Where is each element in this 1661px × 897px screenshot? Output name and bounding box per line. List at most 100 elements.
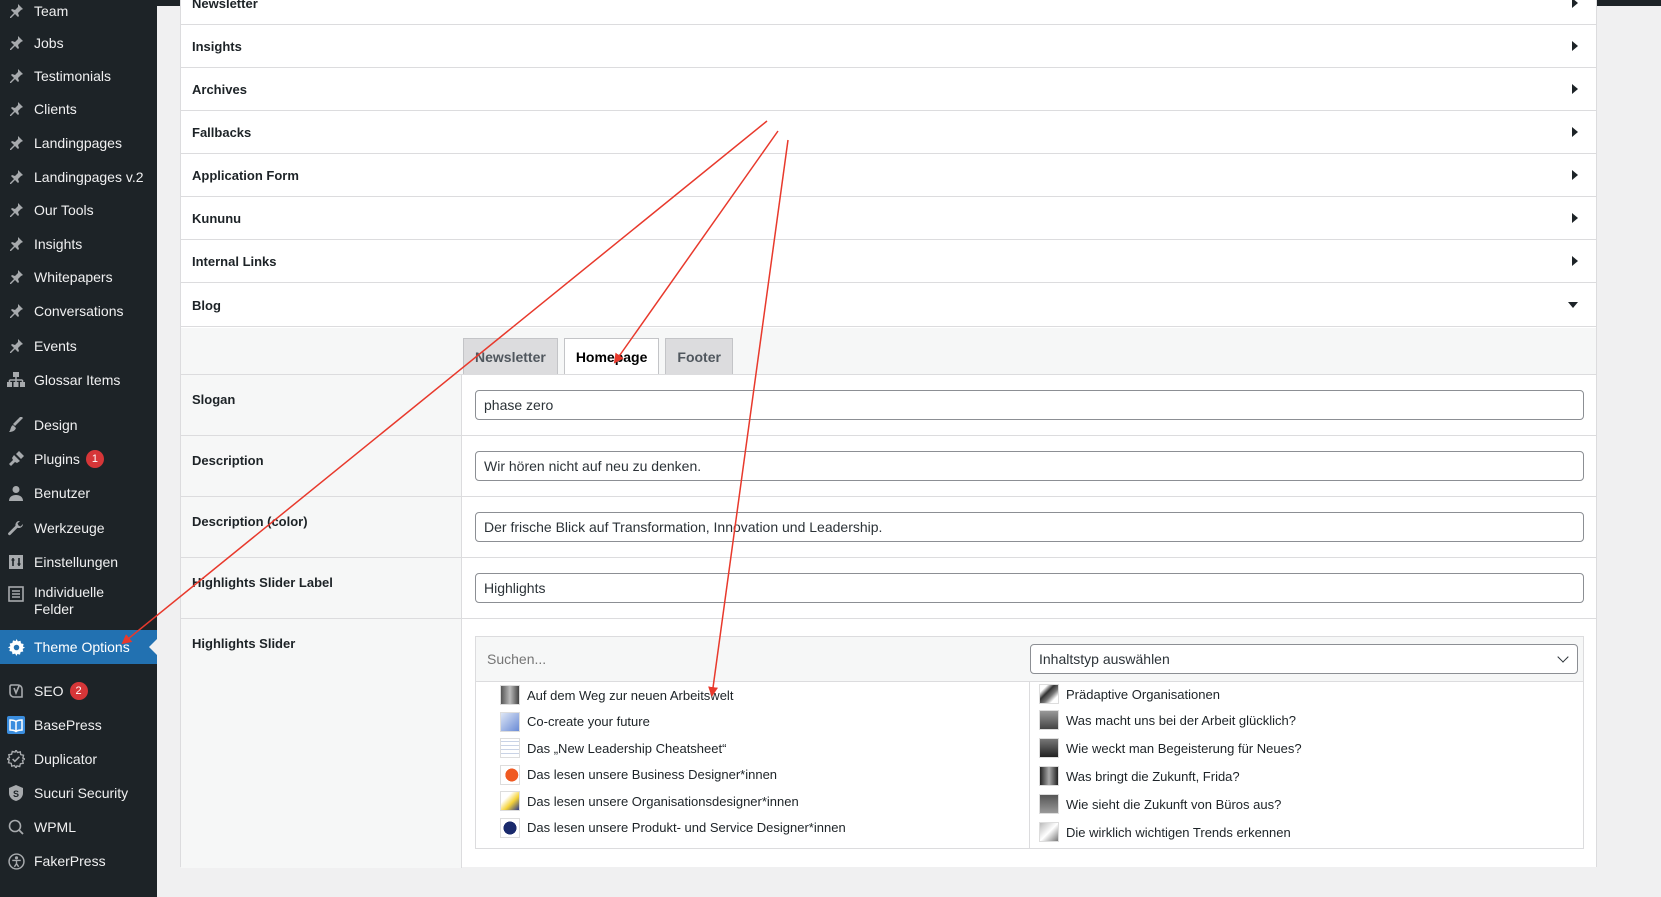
field-row-highlights-label: Highlights Slider Label	[181, 558, 1596, 619]
description-input[interactable]	[475, 451, 1584, 481]
sidebar-item-insights[interactable]: Insights	[0, 229, 157, 259]
sidebar-item-seo[interactable]: SEO 2	[0, 676, 157, 706]
list-item[interactable]: Wie weckt man Begeisterung für Neues?	[1030, 734, 1583, 762]
list-item[interactable]: Das lesen unsere Organisationsdesigner*i…	[476, 788, 1029, 815]
sidebar-item-events[interactable]: Events	[0, 331, 157, 361]
field-label: Slogan	[181, 375, 462, 435]
list-item[interactable]: Prädaptive Organisationen	[1030, 682, 1583, 706]
slogan-input[interactable]	[475, 390, 1584, 420]
chevron-down-icon	[1557, 651, 1569, 663]
sidebar-item-label: Theme Options	[34, 639, 130, 655]
caret-right-icon	[1572, 213, 1578, 223]
blog-section-body: Newsletter Homepage Footer Slogan Descri…	[181, 328, 1596, 868]
pin-icon	[6, 167, 26, 187]
pin-icon	[6, 234, 26, 254]
field-label: Description	[181, 436, 462, 496]
sidebar-item-label: Clients	[34, 101, 77, 117]
field-label: Highlights Slider Label	[181, 558, 462, 618]
sidebar-item-fakerpress[interactable]: FakerPress	[0, 846, 157, 876]
list-item[interactable]: Was macht uns bei der Arbeit glücklich?	[1030, 706, 1583, 734]
accordion-insights[interactable]: Insights	[181, 25, 1596, 68]
plugins-update-badge: 1	[85, 450, 104, 468]
sidebar-item-sucuri-security[interactable]: S Sucuri Security	[0, 778, 157, 808]
sidebar-item-basepress[interactable]: BasePress	[0, 710, 157, 740]
caret-right-icon	[1572, 170, 1578, 180]
sidebar-item-plugins[interactable]: Plugins 1	[0, 444, 157, 474]
accordion-title: Application Form	[192, 167, 299, 183]
field-label: Description (color)	[181, 497, 462, 557]
list-item[interactable]: Was bringt die Zukunft, Frida?	[1030, 762, 1583, 790]
settings-icon	[6, 552, 26, 572]
sidebar-item-conversations[interactable]: Conversations	[0, 296, 157, 326]
sidebar-item-label: Jobs	[34, 35, 64, 51]
relationship-search-input[interactable]	[476, 645, 1016, 673]
sidebar-item-jobs[interactable]: Jobs	[0, 28, 157, 58]
list-item[interactable]: Wie sieht die Zukunft von Büros aus?	[1030, 790, 1583, 818]
sidebar-item-glossar-items[interactable]: Glossar Items	[0, 365, 157, 395]
sidebar-item-our-tools[interactable]: Our Tools	[0, 195, 157, 225]
accordion-title: Kununu	[192, 210, 242, 226]
post-thumbnail	[1039, 794, 1059, 814]
accordion-title: Internal Links	[192, 253, 277, 269]
accordion-blog[interactable]: Blog	[181, 284, 1596, 327]
sidebar-item-label: Duplicator	[34, 751, 98, 767]
accordion-title: Archives	[192, 81, 247, 97]
accordion-newsletter[interactable]: Newsletter	[181, 0, 1596, 25]
caret-right-icon	[1572, 41, 1578, 51]
sidebar-item-whitepapers[interactable]: Whitepapers	[0, 262, 157, 292]
sidebar-item-label: Individuelle Felder	[34, 584, 105, 617]
sidebar-item-label: Whitepapers	[34, 269, 113, 285]
accordion-fallbacks[interactable]: Fallbacks	[181, 111, 1596, 154]
sidebar-item-team[interactable]: Team	[0, 0, 157, 26]
sidebar-item-wpml[interactable]: WPML	[0, 812, 157, 842]
post-thumbnail	[1039, 710, 1059, 730]
accordion-application-form[interactable]: Application Form	[181, 154, 1596, 197]
sidebar-item-landingpages-v2[interactable]: Landingpages v.2	[0, 162, 157, 192]
list-item[interactable]: Das lesen unsere Business Designer*innen	[476, 762, 1029, 789]
tab-homepage[interactable]: Homepage	[563, 338, 660, 375]
sidebar-item-label: Landingpages	[34, 135, 122, 151]
accordion-title: Newsletter	[192, 0, 258, 11]
sidebar-item-duplicator[interactable]: Duplicator	[0, 744, 157, 774]
description-color-input[interactable]	[475, 512, 1584, 542]
sidebar-item-label: SEO	[34, 683, 64, 699]
post-thumbnail	[1039, 766, 1059, 786]
field-row-slogan: Slogan	[181, 375, 1596, 436]
accordion-archives[interactable]: Archives	[181, 68, 1596, 111]
list-item[interactable]: Co-create your future	[476, 709, 1029, 736]
pin-icon	[6, 99, 26, 119]
fields-icon	[6, 584, 26, 604]
sidebar-item-theme-options[interactable]: Theme Options	[0, 630, 157, 664]
pin-icon	[6, 336, 26, 356]
tab-newsletter[interactable]: Newsletter	[463, 338, 558, 374]
sidebar-item-werkzeuge[interactable]: Werkzeuge	[0, 513, 157, 543]
sidebar-item-label: WPML	[34, 819, 76, 835]
sidebar-item-clients[interactable]: Clients	[0, 94, 157, 124]
sidebar-item-landingpages[interactable]: Landingpages	[0, 128, 157, 158]
relationship-field: Inhaltstyp auswählen Auf dem Weg zur neu…	[475, 636, 1584, 849]
list-item[interactable]: Die wirklich wichtigen Trends erkennen	[1030, 818, 1583, 846]
highlights-label-input[interactable]	[475, 573, 1584, 603]
list-item[interactable]: Auf dem Weg zur neuen Arbeitswelt	[476, 682, 1029, 709]
caret-right-icon	[1572, 0, 1578, 8]
faker-icon	[6, 851, 26, 871]
pin-icon	[6, 133, 26, 153]
field-row-highlights-slider: Highlights Slider Inhaltstyp auswählen A…	[181, 619, 1596, 868]
field-label: Highlights Slider	[181, 619, 462, 868]
caret-right-icon	[1572, 84, 1578, 94]
sidebar-item-individuelle-felder[interactable]: Individuelle Felder	[0, 582, 157, 622]
sidebar-item-label: Sucuri Security	[34, 785, 129, 801]
sidebar-item-benutzer[interactable]: Benutzer	[0, 478, 157, 508]
sidebar-item-label: Einstellungen	[34, 554, 119, 570]
sidebar-item-design[interactable]: Design	[0, 410, 157, 440]
sidebar-item-testimonials[interactable]: Testimonials	[0, 61, 157, 91]
sidebar-item-label: Plugins	[34, 451, 80, 467]
list-item[interactable]: Das lesen unsere Produkt- und Service De…	[476, 815, 1029, 842]
accordion-kununu[interactable]: Kununu	[181, 197, 1596, 240]
accordion-internal-links[interactable]: Internal Links	[181, 240, 1596, 283]
selected-posts-list: Prädaptive Organisationen Was macht uns …	[1030, 682, 1583, 848]
tab-footer[interactable]: Footer	[665, 338, 733, 374]
sidebar-item-einstellungen[interactable]: Einstellungen	[0, 547, 157, 577]
post-type-select[interactable]: Inhaltstyp auswählen	[1030, 644, 1578, 674]
list-item[interactable]: Das „New Leadership Cheatsheet“	[476, 735, 1029, 762]
